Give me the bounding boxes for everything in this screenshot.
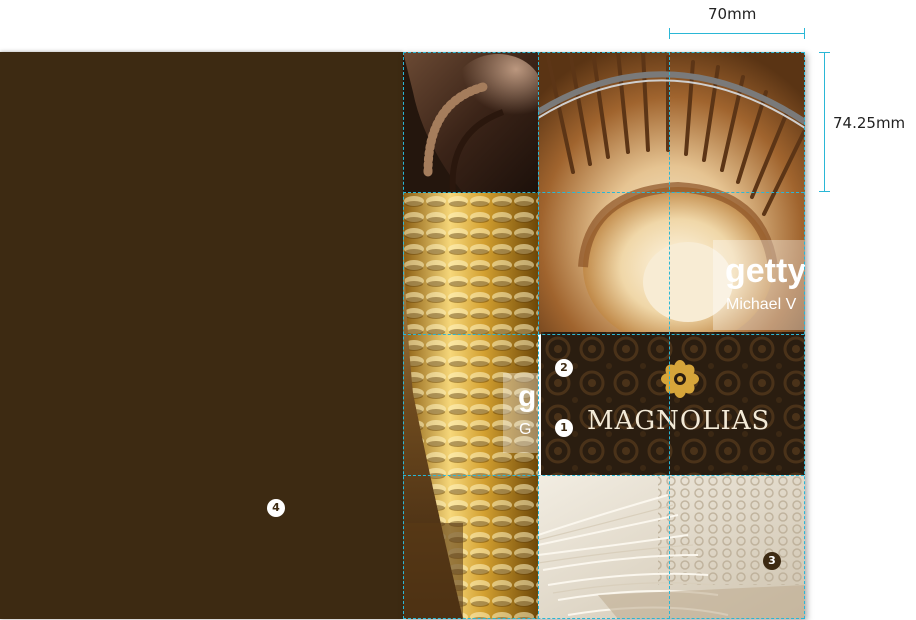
width-dimension-tick-right xyxy=(804,28,805,39)
width-dimension-label: 70mm xyxy=(708,5,757,23)
height-dimension-label: 74.25mm xyxy=(833,114,906,132)
guide-horizontal-top xyxy=(403,52,804,53)
callout-badge-2: 2 xyxy=(555,359,573,377)
guide-vertical-left xyxy=(403,52,404,619)
leather-chair-photo xyxy=(403,52,538,193)
front-panel-photo-grid: getty Michael V g G MAGNOLIAS 1 2 3 xyxy=(403,52,805,619)
height-dimension-tick-top xyxy=(819,52,830,53)
getty-watermark-vase-main: g xyxy=(518,380,537,413)
guide-horizontal-2 xyxy=(403,334,804,335)
callout-badge-3: 3 xyxy=(763,552,781,570)
guide-horizontal-3 xyxy=(403,475,804,476)
callout-badge-4: 4 xyxy=(267,499,285,517)
brand-name: MAGNOLIAS xyxy=(587,406,771,436)
guide-vertical-right xyxy=(804,52,805,619)
spiral-staircase-photo: getty Michael V xyxy=(538,52,805,334)
fabric-fringe-photo: 3 xyxy=(538,475,805,619)
gold-vase-photo: g G xyxy=(403,193,538,619)
getty-watermark-main: getty xyxy=(725,252,805,290)
width-dimension-line xyxy=(669,33,805,34)
magnolia-flower-icon xyxy=(661,360,699,398)
callout-badge-1: 1 xyxy=(555,419,573,437)
getty-watermark-vase-sub: G xyxy=(519,421,532,438)
guide-horizontal-bottom xyxy=(403,618,804,619)
guide-vertical-2 xyxy=(669,52,670,619)
back-panel xyxy=(0,52,403,619)
height-dimension-tick-bottom xyxy=(819,191,830,192)
guide-vertical-1 xyxy=(538,52,539,619)
getty-watermark-credit: Michael V xyxy=(726,296,797,313)
guide-horizontal-1 xyxy=(403,192,804,193)
height-dimension-line xyxy=(824,52,825,192)
width-dimension-tick-left xyxy=(669,28,670,39)
magnolias-brand-panel: MAGNOLIAS 1 2 xyxy=(541,332,805,475)
